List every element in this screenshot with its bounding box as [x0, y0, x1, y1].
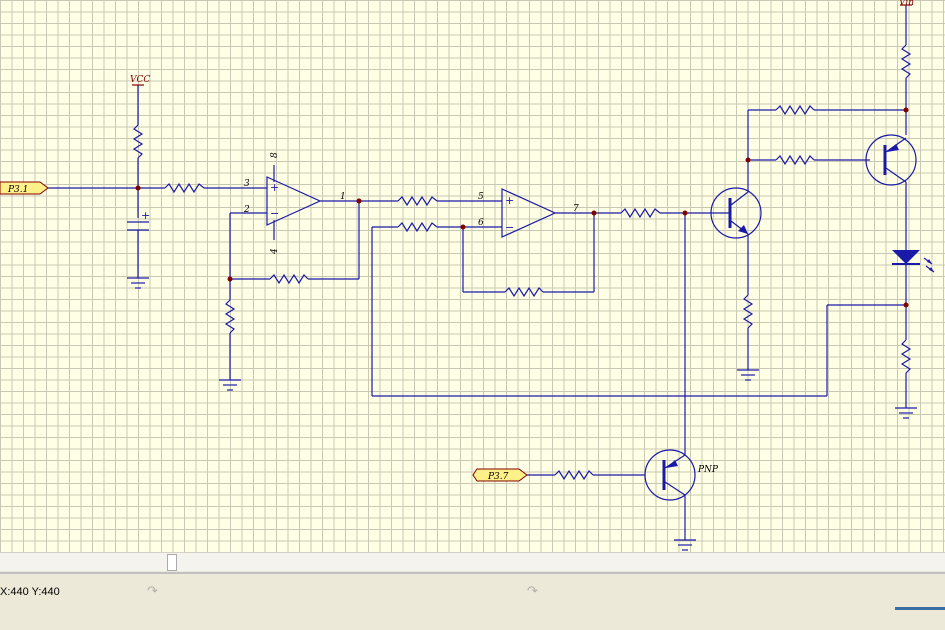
cursor-coordinates: X:440 Y:440	[0, 586, 60, 598]
capacitor-plus: +	[141, 209, 150, 222]
pin1-label: 1	[340, 192, 346, 202]
opamp1-minus: −	[270, 207, 279, 220]
taskbar-edge	[895, 607, 945, 610]
status-bar: X:440 Y:440 ↷ ↷	[0, 572, 945, 630]
schematic-drawing: VCC Vin P3.1 P3.7 PNP 3 2 8 4 1 5 6 7 + …	[0, 0, 935, 551]
opamp1-plus: +	[270, 181, 279, 194]
pin8-label: 8	[270, 152, 280, 158]
horizontal-scrollbar[interactable]	[0, 552, 945, 571]
schematic-canvas[interactable]: VCC Vin P3.1 P3.7 PNP 3 2 8 4 1 5 6 7 + …	[0, 0, 945, 552]
opamp2-plus: +	[505, 194, 514, 207]
redo-arrow-icon: ↷	[527, 584, 538, 599]
pin2-label: 2	[243, 205, 250, 215]
port-p31-label: P3.1	[7, 185, 28, 195]
pin7-label: 7	[573, 204, 579, 214]
vcc-label: VCC	[130, 75, 150, 85]
scrollbar-thumb[interactable]	[167, 554, 177, 571]
pnp-label: PNP	[697, 465, 719, 475]
opamp2-minus: −	[505, 221, 514, 234]
pin4-label: 4	[270, 248, 280, 255]
pin5-label: 5	[478, 192, 484, 202]
redo-arrow-icon: ↷	[147, 584, 158, 599]
vin-label: Vin	[899, 0, 914, 8]
port-p37-label: P3.7	[487, 472, 509, 482]
pin3-label: 3	[244, 179, 250, 189]
pin6-label: 6	[478, 218, 484, 228]
